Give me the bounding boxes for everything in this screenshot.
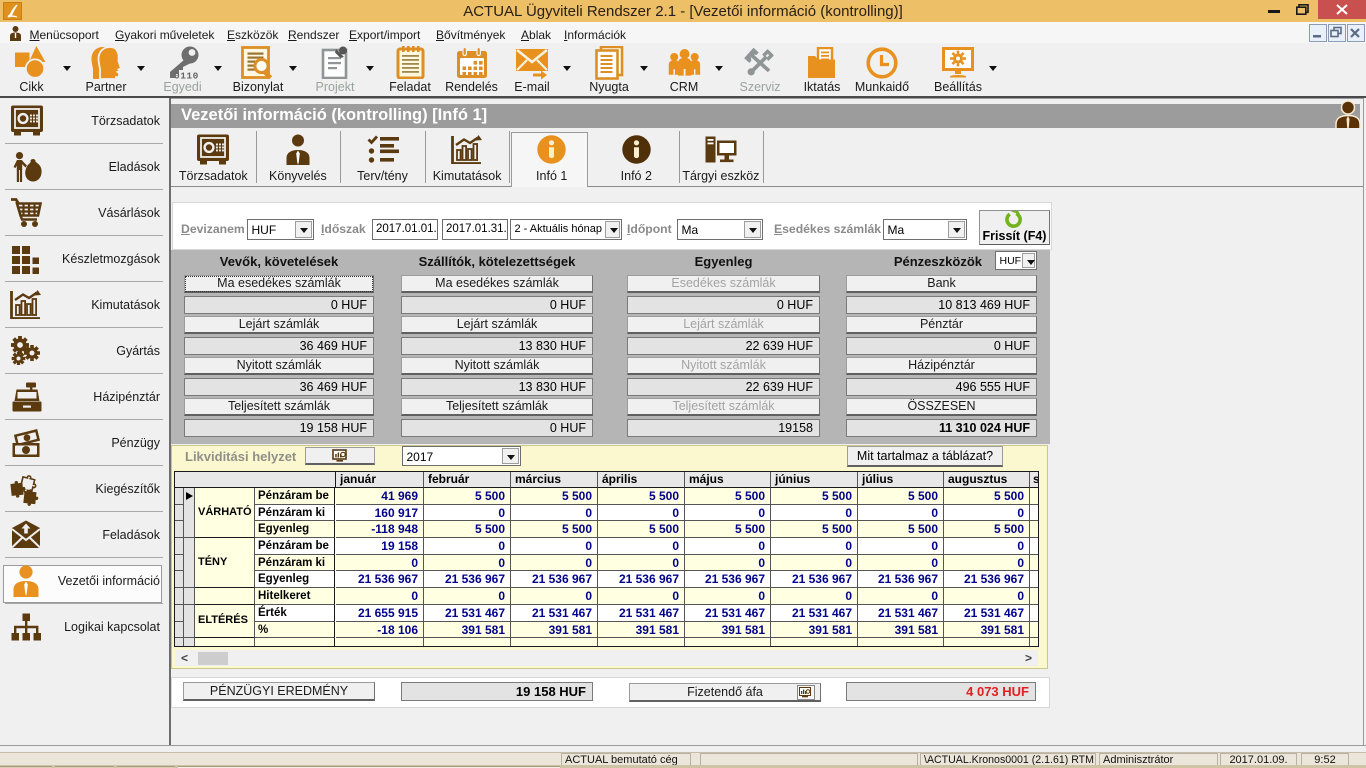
- svg-text:0110: 0110: [174, 71, 199, 80]
